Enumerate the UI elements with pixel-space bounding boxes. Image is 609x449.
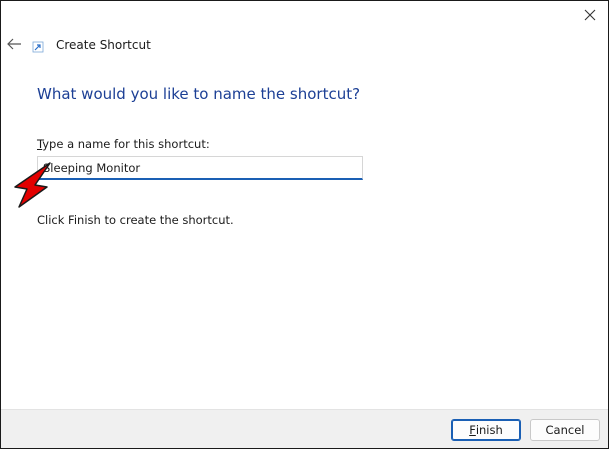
page-heading: What would you like to name the shortcut… bbox=[37, 85, 361, 103]
info-text: Click Finish to create the shortcut. bbox=[37, 213, 234, 227]
back-arrow-icon bbox=[7, 38, 21, 50]
dialog-footer: Finish Cancel bbox=[1, 409, 608, 448]
name-field-label: Type a name for this shortcut: bbox=[37, 137, 210, 151]
window-title: Create Shortcut bbox=[56, 38, 151, 52]
label-text: ype a name for this shortcut: bbox=[42, 137, 210, 151]
back-button[interactable] bbox=[5, 35, 23, 53]
close-icon bbox=[584, 9, 596, 21]
close-button[interactable] bbox=[578, 4, 602, 26]
finish-label: inish bbox=[475, 423, 503, 437]
cancel-button[interactable]: Cancel bbox=[530, 419, 600, 441]
create-shortcut-window: Create Shortcut What would you like to n… bbox=[0, 0, 609, 449]
finish-mnemonic: F bbox=[469, 423, 476, 437]
shortcut-name-input[interactable] bbox=[37, 156, 363, 180]
red-arrow-icon bbox=[14, 162, 51, 208]
shortcut-icon bbox=[32, 41, 44, 53]
finish-button[interactable]: Finish bbox=[451, 419, 521, 441]
